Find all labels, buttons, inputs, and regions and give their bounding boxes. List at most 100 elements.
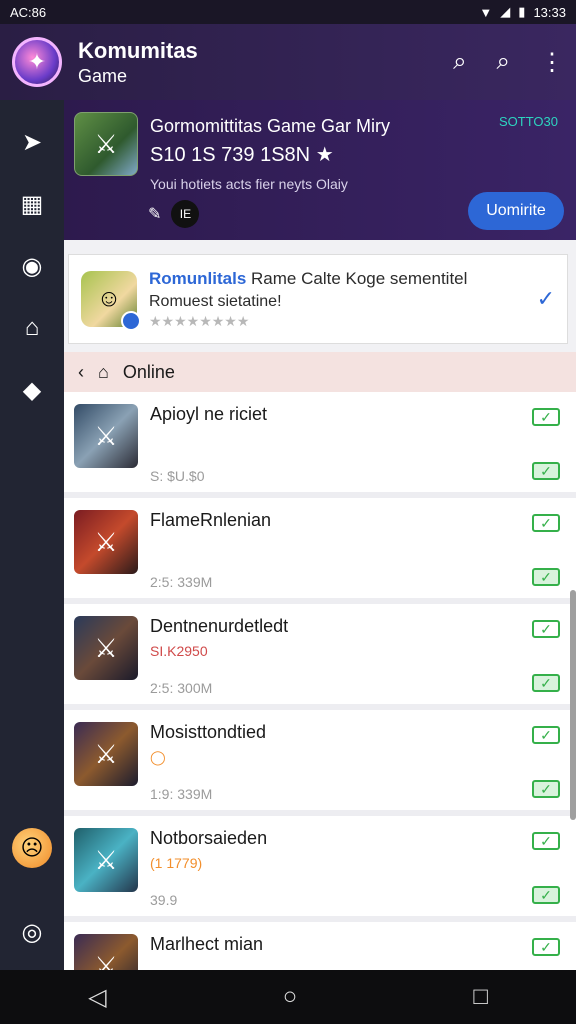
row-text: Marlhect mian <box>150 928 532 970</box>
check-box-icon[interactable]: ✓ <box>532 726 560 744</box>
notice-card[interactable]: ☺ Romunlitals Rame Calte Koge sementitel… <box>68 254 568 344</box>
list-item[interactable]: ⚔ Notborsaieden (1 1779) 39.9 ✓ ✓ <box>64 816 576 922</box>
player-meta: 2:5: 300M <box>150 680 213 696</box>
banner-title: Gormomittitas Game Gar Miry <box>150 116 391 136</box>
game-banner: ⚔ Gormomittitas Game Gar Miry S10 1S 739… <box>64 100 576 240</box>
list-item[interactable]: ⚔ FlameRnlenian 2:5: 339M ✓ ✓ <box>64 498 576 604</box>
player-list: ⚔ Apioyl ne riciet S: $U.$0 ✓ ✓ ⚔ FlameR… <box>64 392 576 970</box>
row-text: Mosisttondtied ◯ 1:9: 339M <box>150 716 532 808</box>
online-section-header: ‹ ⌂ Online <box>64 352 576 392</box>
player-sub: ◯ <box>150 749 166 765</box>
row-actions: ✓ ✓ <box>532 610 566 702</box>
notice-title-highlight: Romunlitals <box>149 268 247 288</box>
status-left-text: AC:86 <box>10 4 47 20</box>
banner-tag: SOTTO30 <box>498 114 558 129</box>
check-box-icon[interactable]: ✓ <box>532 514 560 532</box>
sidebar: ➤ ▦ ◉ ⌂ ◆ ☹ ◎ <box>0 100 64 970</box>
row-actions: ✓ ✓ <box>532 398 566 490</box>
row-text: Dentnenurdetledt SI.K2950 2:5: 300M <box>150 610 532 702</box>
list-item[interactable]: ⚔ Apioyl ne riciet S: $U.$0 ✓ ✓ <box>64 392 576 498</box>
profile-icon[interactable]: ◎ <box>12 912 52 952</box>
home-icon[interactable]: ⌂ <box>12 308 52 348</box>
emoji-face-icon[interactable]: ☹ <box>12 828 52 868</box>
recents-nav-icon[interactable]: □ <box>473 983 488 1011</box>
content-area: ☺ Romunlitals Rame Calte Koge sementitel… <box>64 240 576 970</box>
player-thumbnail: ⚔ <box>74 404 138 468</box>
profile-avatar[interactable]: ✦ <box>12 37 62 87</box>
sidebar-bottom: ☹ ◎ <box>12 828 52 952</box>
gamepad-icon[interactable]: ◉ <box>12 246 52 286</box>
player-name: Dentnenurdetledt <box>150 616 289 636</box>
player-name: Marlhect mian <box>150 934 264 954</box>
banner-mini-row: ✎ IE <box>148 200 200 228</box>
star-icon: ★ <box>315 144 334 166</box>
wifi-icon: ▼ <box>479 4 493 20</box>
check-icon[interactable]: ✓ <box>537 286 555 312</box>
time-text: 13:33 <box>533 4 566 20</box>
system-nav-bar: ◁ ○ □ <box>0 970 576 1024</box>
notice-text: Romunlitals Rame Calte Koge sementitel R… <box>149 269 537 330</box>
row-text: Notborsaieden (1 1779) 39.9 <box>150 822 532 914</box>
player-thumbnail: ⚔ <box>74 616 138 680</box>
list-item[interactable]: ⚔ Dentnenurdetledt SI.K2950 2:5: 300M ✓ … <box>64 604 576 710</box>
player-name: Notborsaieden <box>150 828 268 848</box>
row-actions: ✓ ✓ <box>532 504 566 596</box>
check-box-icon[interactable]: ✓ <box>532 620 560 638</box>
banner-description: Youi hotiets acts fier neyts Olaiy <box>150 176 348 192</box>
notice-avatar: ☺ <box>81 271 141 331</box>
player-meta: 39.9 <box>150 892 178 908</box>
check-box-icon[interactable]: ✓ <box>532 568 560 586</box>
page-title: Komumitas <box>78 37 198 63</box>
player-sub: (1 1779) <box>150 855 203 871</box>
row-text: Apioyl ne riciet S: $U.$0 <box>150 398 532 490</box>
banner-count: S10 1S 739 1S8N ★ <box>150 142 334 167</box>
app-header: ✦ Komumitas Game ⌕ ⌕ ⋮ <box>0 24 576 100</box>
signal-icon: ◢ <box>500 4 511 19</box>
more-icon[interactable]: ⋮ <box>540 48 564 77</box>
list-item[interactable]: ⚔ Marlhect mian ✓ <box>64 922 576 970</box>
check-box-icon[interactable]: ✓ <box>532 886 560 904</box>
player-thumbnail: ⚔ <box>74 510 138 574</box>
player-name: Mosisttondtied <box>150 722 267 742</box>
status-bar: AC:86 ▼ ◢ ▮ 13:33 <box>0 0 576 24</box>
home-nav-icon[interactable]: ○ <box>283 983 298 1011</box>
banner-count-text: S10 1S 739 1S8N <box>150 144 311 166</box>
check-box-icon[interactable]: ✓ <box>532 938 560 956</box>
check-box-icon[interactable]: ✓ <box>532 832 560 850</box>
player-name: FlameRnlenian <box>150 510 272 530</box>
search-icon[interactable]: ⌕ <box>453 48 466 77</box>
header-actions: ⌕ ⌕ ⋮ <box>453 48 564 77</box>
page-subtitle: Game <box>78 65 128 86</box>
title-block: Komumitas Game <box>78 38 198 87</box>
tag-icon[interactable]: ◆ <box>12 370 52 410</box>
row-text: FlameRnlenian 2:5: 339M <box>150 504 532 596</box>
online-label: Online <box>122 361 175 382</box>
player-meta: 2:5: 339M <box>150 574 213 590</box>
notice-title-rest: Rame Calte Koge sementitel <box>246 268 468 288</box>
back-nav-icon[interactable]: ◁ <box>88 983 106 1012</box>
check-box-icon[interactable]: ✓ <box>532 462 560 480</box>
check-box-icon[interactable]: ✓ <box>532 408 560 426</box>
banner-button[interactable]: Uomirite <box>468 192 564 230</box>
row-actions: ✓ ✓ <box>532 716 566 808</box>
player-name: Apioyl ne riciet <box>150 404 268 424</box>
banner-mini-badge[interactable]: IE <box>171 200 200 228</box>
calendar-icon[interactable]: ▦ <box>12 184 52 224</box>
player-sub: SI.K2950 <box>150 643 208 659</box>
row-actions: ✓ <box>532 928 566 970</box>
list-item[interactable]: ⚔ Mosisttondtied ◯ 1:9: 339M ✓ ✓ <box>64 710 576 816</box>
check-box-icon[interactable]: ✓ <box>532 780 560 798</box>
banner-thumbnail[interactable]: ⚔ <box>74 112 138 176</box>
scrollbar[interactable] <box>570 590 576 820</box>
player-thumbnail: ⚔ <box>74 722 138 786</box>
search-advanced-icon[interactable]: ⌕ <box>497 48 510 77</box>
player-thumbnail: ⚔ <box>74 828 138 892</box>
pin-icon[interactable]: ✎ <box>148 204 161 224</box>
player-meta: S: $U.$0 <box>150 468 205 484</box>
notice-title: Romunlitals Rame Calte Koge sementitel <box>149 269 537 289</box>
check-box-icon[interactable]: ✓ <box>532 674 560 692</box>
notice-rating: ★★★★★★★★ <box>149 312 250 329</box>
back-icon[interactable]: ‹ <box>78 362 84 383</box>
player-thumbnail: ⚔ <box>74 934 138 970</box>
send-icon[interactable]: ➤ <box>12 122 52 162</box>
